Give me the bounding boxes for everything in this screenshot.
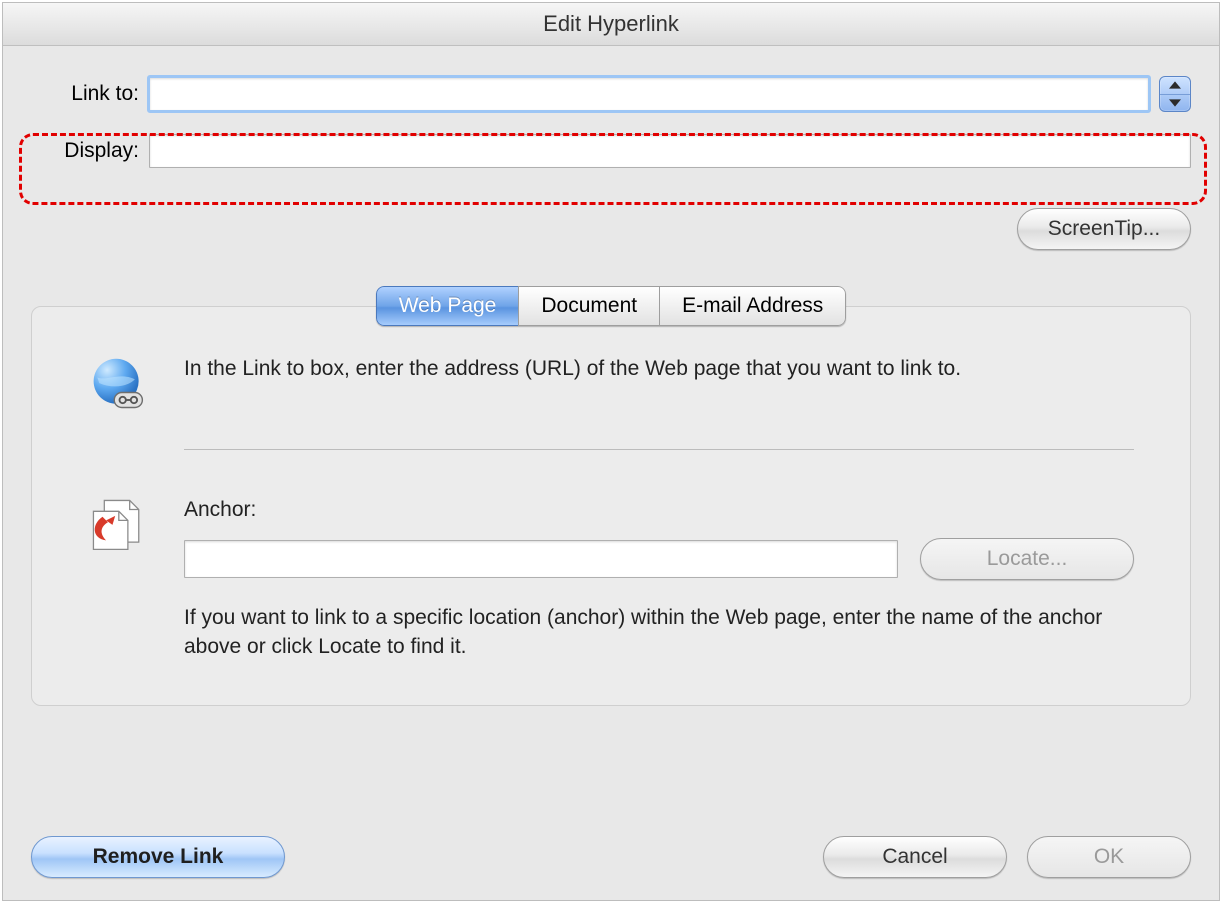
url-description: In the Link to box, enter the address (U…	[184, 355, 1134, 383]
tab-bar: Web Page Document E-mail Address	[31, 286, 1191, 326]
remove-link-button[interactable]: Remove Link	[31, 836, 285, 878]
tab-web-page[interactable]: Web Page	[376, 286, 519, 326]
display-row: Display:	[31, 134, 1191, 168]
anchor-pages-icon	[88, 496, 152, 661]
tabs-area: Web Page Document E-mail Address	[31, 286, 1191, 706]
anchor-input-row: Locate...	[184, 538, 1134, 580]
edit-hyperlink-dialog: Edit Hyperlink Link to: Display: ScreenT…	[2, 2, 1220, 901]
tabset: Web Page Document E-mail Address	[376, 286, 847, 326]
locate-button[interactable]: Locate...	[920, 538, 1134, 580]
link-to-row: Link to:	[31, 76, 1191, 112]
anchor-description: If you want to link to a specific locati…	[184, 604, 1134, 661]
url-section: In the Link to box, enter the address (U…	[88, 355, 1134, 421]
link-to-input[interactable]	[149, 77, 1149, 111]
cancel-button[interactable]: Cancel	[823, 836, 1007, 878]
stepper-down-icon	[1160, 95, 1190, 112]
tab-email-address[interactable]: E-mail Address	[659, 286, 846, 326]
form-area: Link to: Display: ScreenTip... Web Pa	[3, 46, 1219, 706]
display-label: Display:	[31, 139, 149, 163]
web-page-panel: In the Link to box, enter the address (U…	[31, 306, 1191, 706]
globe-link-icon	[88, 355, 152, 421]
anchor-label: Anchor:	[184, 496, 1134, 524]
screentip-row: ScreenTip...	[31, 208, 1191, 250]
anchor-section: Anchor: Locate... If you want to link to…	[88, 496, 1134, 661]
footer-buttons: Cancel OK	[823, 836, 1191, 878]
section-divider	[184, 449, 1134, 450]
dialog-title: Edit Hyperlink	[543, 11, 679, 37]
screentip-button[interactable]: ScreenTip...	[1017, 208, 1191, 250]
link-to-label: Link to:	[31, 82, 149, 106]
display-input[interactable]	[149, 134, 1191, 168]
tab-document[interactable]: Document	[518, 286, 659, 326]
anchor-input[interactable]	[184, 540, 898, 578]
ok-button[interactable]: OK	[1027, 836, 1191, 878]
stepper-up-icon	[1160, 77, 1190, 95]
title-bar: Edit Hyperlink	[3, 3, 1219, 46]
dialog-footer: Remove Link Cancel OK	[31, 836, 1191, 878]
link-to-history-stepper[interactable]	[1159, 76, 1191, 112]
